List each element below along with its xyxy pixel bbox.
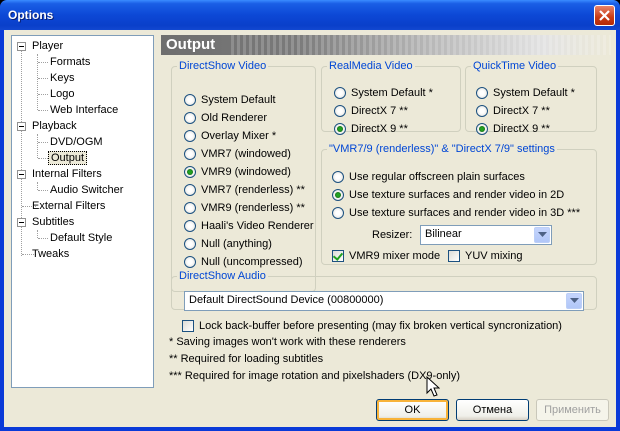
collapse-icon[interactable] <box>17 122 26 131</box>
tree-item-default-style[interactable]: Default Style <box>48 230 114 246</box>
collapse-icon[interactable] <box>17 42 26 51</box>
tree-line <box>38 158 48 159</box>
resizer-label: Resizer: <box>372 229 413 241</box>
tree-item-web-interface[interactable]: Web Interface <box>48 102 120 118</box>
tree-line <box>38 142 48 143</box>
tree-item-external-filters[interactable]: External Filters <box>30 198 107 214</box>
quicktime-video-group: QuickTime Video System Default * DirectX… <box>465 60 597 135</box>
header-pattern <box>231 35 611 55</box>
tree-item-tweaks[interactable]: Tweaks <box>30 246 71 262</box>
realmedia-video-legend: RealMedia Video <box>329 60 413 72</box>
renderless-settings-group: "VMR7/9 (renderless)" & "DirectX 7/9" se… <box>321 143 597 265</box>
tree-item-playback[interactable]: Playback <box>30 118 79 134</box>
tree-item-subtitles[interactable]: Subtitles <box>30 214 76 230</box>
tree-line <box>38 62 48 63</box>
close-icon <box>599 10 610 21</box>
window-title: Options <box>8 8 54 22</box>
quicktime-video-legend: QuickTime Video <box>473 60 557 72</box>
options-tree[interactable]: Player Formats Keys Logo Web Interface P… <box>11 35 154 388</box>
close-button[interactable] <box>594 5 615 26</box>
tree-line <box>38 110 48 111</box>
directshow-video-group: DirectShow Video System Default Old Rend… <box>171 60 316 292</box>
dropdown-arrow-icon[interactable] <box>534 227 550 243</box>
panel-header: Output <box>161 35 611 55</box>
cancel-button[interactable]: Отмена <box>456 399 529 421</box>
tree-item-logo[interactable]: Logo <box>48 86 76 102</box>
note-subtitles: ** Required for loading subtitles <box>169 353 324 365</box>
realmedia-video-group: RealMedia Video System Default * DirectX… <box>321 60 461 135</box>
tree-item-internal-filters[interactable]: Internal Filters <box>30 166 104 182</box>
tree-line <box>38 94 48 95</box>
note-saving-images: * Saving images won't work with these re… <box>169 336 406 348</box>
tree-line <box>38 190 48 191</box>
directshow-audio-group: DirectShow Audio Default DirectSound Dev… <box>171 270 597 311</box>
collapse-icon[interactable] <box>17 218 26 227</box>
tree-line <box>38 238 48 239</box>
resizer-select[interactable]: Bilinear <box>420 225 552 245</box>
ok-button[interactable]: OK <box>376 399 449 421</box>
audio-device-select[interactable]: Default DirectSound Device (00800000) <box>184 291 584 311</box>
tree-item-keys[interactable]: Keys <box>48 70 76 86</box>
tree-item-dvd-ogm[interactable]: DVD/OGM <box>48 134 105 150</box>
resizer-value: Bilinear <box>425 228 462 240</box>
tree-item-output[interactable]: Output <box>48 150 88 166</box>
tree-line <box>37 230 38 238</box>
panel-title: Output <box>166 36 216 53</box>
dropdown-arrow-icon[interactable] <box>566 293 582 309</box>
options-dialog: Options Player Formats Keys Logo Web Int… <box>0 0 620 431</box>
renderless-settings-legend: "VMR7/9 (renderless)" & "DirectX 7/9" se… <box>329 143 555 155</box>
note-rotation: *** Required for image rotation and pixe… <box>169 370 461 382</box>
tree-item-player[interactable]: Player <box>30 38 65 54</box>
collapse-icon[interactable] <box>17 170 26 179</box>
tree-item-audio-switcher[interactable]: Audio Switcher <box>48 182 125 198</box>
dialog-client: Player Formats Keys Logo Web Interface P… <box>4 30 616 427</box>
directshow-audio-legend: DirectShow Audio <box>179 270 266 282</box>
tree-line <box>37 182 38 190</box>
audio-device-value: Default DirectSound Device (00800000) <box>189 294 384 306</box>
tree-item-formats[interactable]: Formats <box>48 54 92 70</box>
tree-line <box>37 134 38 158</box>
directshow-video-legend: DirectShow Video <box>179 60 267 72</box>
mouse-cursor-icon <box>426 376 440 397</box>
tree-line <box>38 78 48 79</box>
title-bar[interactable]: Options <box>0 0 620 30</box>
apply-button[interactable]: Применить <box>536 399 609 421</box>
